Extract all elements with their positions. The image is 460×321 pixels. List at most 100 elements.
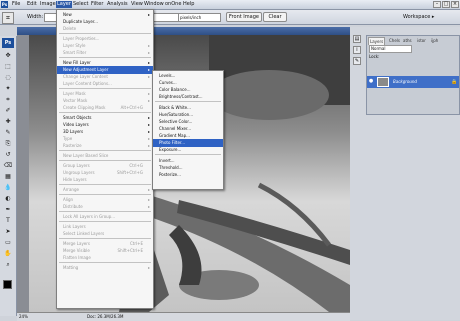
menu-item-exposure[interactable]: Exposure... xyxy=(153,146,223,154)
shape-icon[interactable]: ▭ xyxy=(3,238,13,247)
dodge-icon[interactable]: ◐ xyxy=(3,194,13,203)
menu-analysis[interactable]: Analysis xyxy=(106,1,129,8)
move-icon[interactable]: ✥ xyxy=(3,51,13,60)
gradient-icon[interactable]: ▦ xyxy=(3,172,13,181)
menu-image[interactable]: Image xyxy=(39,1,57,8)
minimize-icon[interactable]: – xyxy=(433,1,441,8)
menu-separator xyxy=(59,112,151,113)
layer-menu: New ▸ Duplicate Layer... Delete Layer Proper… xyxy=(56,9,154,309)
eraser-icon[interactable]: ⌫ xyxy=(3,161,13,170)
menu-filter[interactable]: Filter xyxy=(90,1,104,8)
menu-item-rasterize[interactable]: Rasterize ▸ xyxy=(57,142,153,150)
blend-mode-select[interactable]: Normal xyxy=(369,45,412,53)
menu-item-label: Duplicate Layer... xyxy=(63,19,98,24)
submenu-arrow-icon: ▸ xyxy=(147,187,150,192)
menu-select[interactable]: Select xyxy=(72,1,89,8)
clear-button[interactable]: Clear xyxy=(263,12,287,22)
menu-item-layer-content-options[interactable]: Layer Content Options... xyxy=(57,80,153,88)
menu-item-label: Distribute xyxy=(63,204,83,209)
menu-window[interactable]: Window xyxy=(143,1,165,8)
crop-tool-icon[interactable]: ⌗ xyxy=(2,12,14,24)
panel-tab-istor[interactable]: istor xyxy=(416,37,427,44)
menu-separator xyxy=(155,154,221,155)
menu-layer[interactable]: Layer xyxy=(56,1,72,8)
brush-icon[interactable]: ✎ xyxy=(3,128,13,137)
menu-item-label: Levels... xyxy=(159,73,176,78)
tools-badge: Ps xyxy=(2,38,14,48)
menu-item-label: Select Linked Layers xyxy=(63,231,105,236)
zoom-icon[interactable]: ⌕ xyxy=(3,260,13,269)
menu-item-label: Channel Mixer... xyxy=(159,126,192,131)
panel-tab-chels[interactable]: Chels xyxy=(388,37,401,44)
panel-tab-ijph[interactable]: ijph xyxy=(430,37,439,44)
menu-separator xyxy=(59,33,151,34)
eye-icon[interactable]: ● xyxy=(368,78,374,85)
menu-item-brightness-contrast[interactable]: Brightness/Contrast... xyxy=(153,93,223,101)
menu-item-label: Lock All Layers in Group... xyxy=(63,214,116,219)
menu-item-distribute[interactable]: Distribute ▸ xyxy=(57,203,153,211)
menu-separator xyxy=(59,160,151,161)
right-panel-dock: ▤ i ✎ Layers Chels aths istor ijph Normal Lo… xyxy=(350,27,460,320)
front-image-button[interactable]: Front Image xyxy=(226,12,262,22)
layer-thumbnail xyxy=(377,77,389,87)
marquee-icon[interactable]: ⬚ xyxy=(3,62,13,71)
layer-name[interactable]: Background xyxy=(393,78,417,86)
menu-item-smart-filter[interactable]: Smart Filter ▸ xyxy=(57,49,153,57)
workspace-button[interactable]: Workspace ▸ xyxy=(403,13,434,21)
menu-separator xyxy=(59,238,151,239)
maximize-icon[interactable]: □ xyxy=(442,1,450,8)
brush-panel-icon[interactable]: ✎ xyxy=(353,57,361,65)
foreground-color-swatch[interactable] xyxy=(3,280,12,289)
menu-item-hide-layers[interactable]: Hide Layers xyxy=(57,176,153,184)
menu-item-label: New Adjustment Layer xyxy=(63,67,109,72)
eyedropper-icon[interactable]: ✐ xyxy=(3,106,13,115)
menu-item-label: Matting xyxy=(63,265,79,270)
lasso-icon[interactable]: ◌ xyxy=(3,73,13,82)
resolution-field[interactable] xyxy=(152,13,179,22)
menu-view[interactable]: View xyxy=(130,1,144,8)
menu-item-label: 3D Layers xyxy=(63,129,84,134)
clone-stamp-icon[interactable]: ⎘ xyxy=(3,139,13,148)
menu-item-new-layer-based-slice[interactable]: New Layer Based Slice xyxy=(57,152,153,160)
menu-file[interactable]: File xyxy=(11,1,21,8)
type-icon[interactable]: T xyxy=(3,216,13,225)
submenu-arrow-icon: ▸ xyxy=(147,265,150,270)
layers-panel: Layers Chels aths istor ijph Normal Lock: ● … xyxy=(366,35,460,115)
menu-separator xyxy=(59,150,151,151)
menu-item-label: Layer Properties... xyxy=(63,36,100,41)
menu-item-label: Gradient Map... xyxy=(159,133,190,138)
layers-panel-icon[interactable]: ▤ xyxy=(353,35,361,43)
menu-item-matting[interactable]: Matting ▸ xyxy=(57,264,153,272)
layer-row-background[interactable]: ● Background 🔒 xyxy=(367,76,459,88)
menu-item-flatten-image[interactable]: Flatten Image xyxy=(57,254,153,262)
menu-help[interactable]: Help xyxy=(182,1,195,8)
panel-tab-layers[interactable]: Layers xyxy=(368,37,386,45)
path-select-icon[interactable]: ➤ xyxy=(3,227,13,236)
menu-item-label: Black & White... xyxy=(159,105,191,110)
menu-item-arrange[interactable]: Arrange ▸ xyxy=(57,186,153,194)
magic-wand-icon[interactable]: ✦ xyxy=(3,84,13,93)
panel-tab-aths[interactable]: aths xyxy=(402,37,413,44)
pen-icon[interactable]: ✒ xyxy=(3,205,13,214)
menu-item-label: Create Clipping Mask xyxy=(63,105,106,110)
history-brush-icon[interactable]: ↺ xyxy=(3,150,13,159)
menu-item-select-linked-layers[interactable]: Select Linked Layers xyxy=(57,230,153,238)
lock-label: Lock: xyxy=(369,54,380,59)
menu-item-create-clipping-mask[interactable]: Create Clipping Mask Alt+Ctrl+G xyxy=(57,104,153,112)
menu-item-posterize[interactable]: Posterize... xyxy=(153,171,223,179)
crop-icon[interactable]: ⌗ xyxy=(3,95,13,104)
menu-item-label: Merge Layers xyxy=(63,241,90,246)
menu-item-delete[interactable]: Delete xyxy=(57,25,153,33)
blur-icon[interactable]: 💧 xyxy=(3,183,13,192)
hand-icon[interactable]: ✋ xyxy=(3,249,13,258)
menu-item-label: Type xyxy=(63,136,73,141)
info-panel-icon[interactable]: i xyxy=(353,46,361,54)
menu-edit[interactable]: Edit xyxy=(26,1,38,8)
menu-onone[interactable]: onOne xyxy=(164,1,182,8)
healing-icon[interactable]: ✚ xyxy=(3,117,13,126)
menu-item-lock-all-layers-in-group[interactable]: Lock All Layers in Group... xyxy=(57,213,153,221)
menu-item-label: New xyxy=(63,12,72,17)
menu-item-label: Video Layers xyxy=(63,122,89,127)
close-icon[interactable]: × xyxy=(451,1,459,8)
resolution-unit-select[interactable]: pixels/inch xyxy=(178,13,221,22)
